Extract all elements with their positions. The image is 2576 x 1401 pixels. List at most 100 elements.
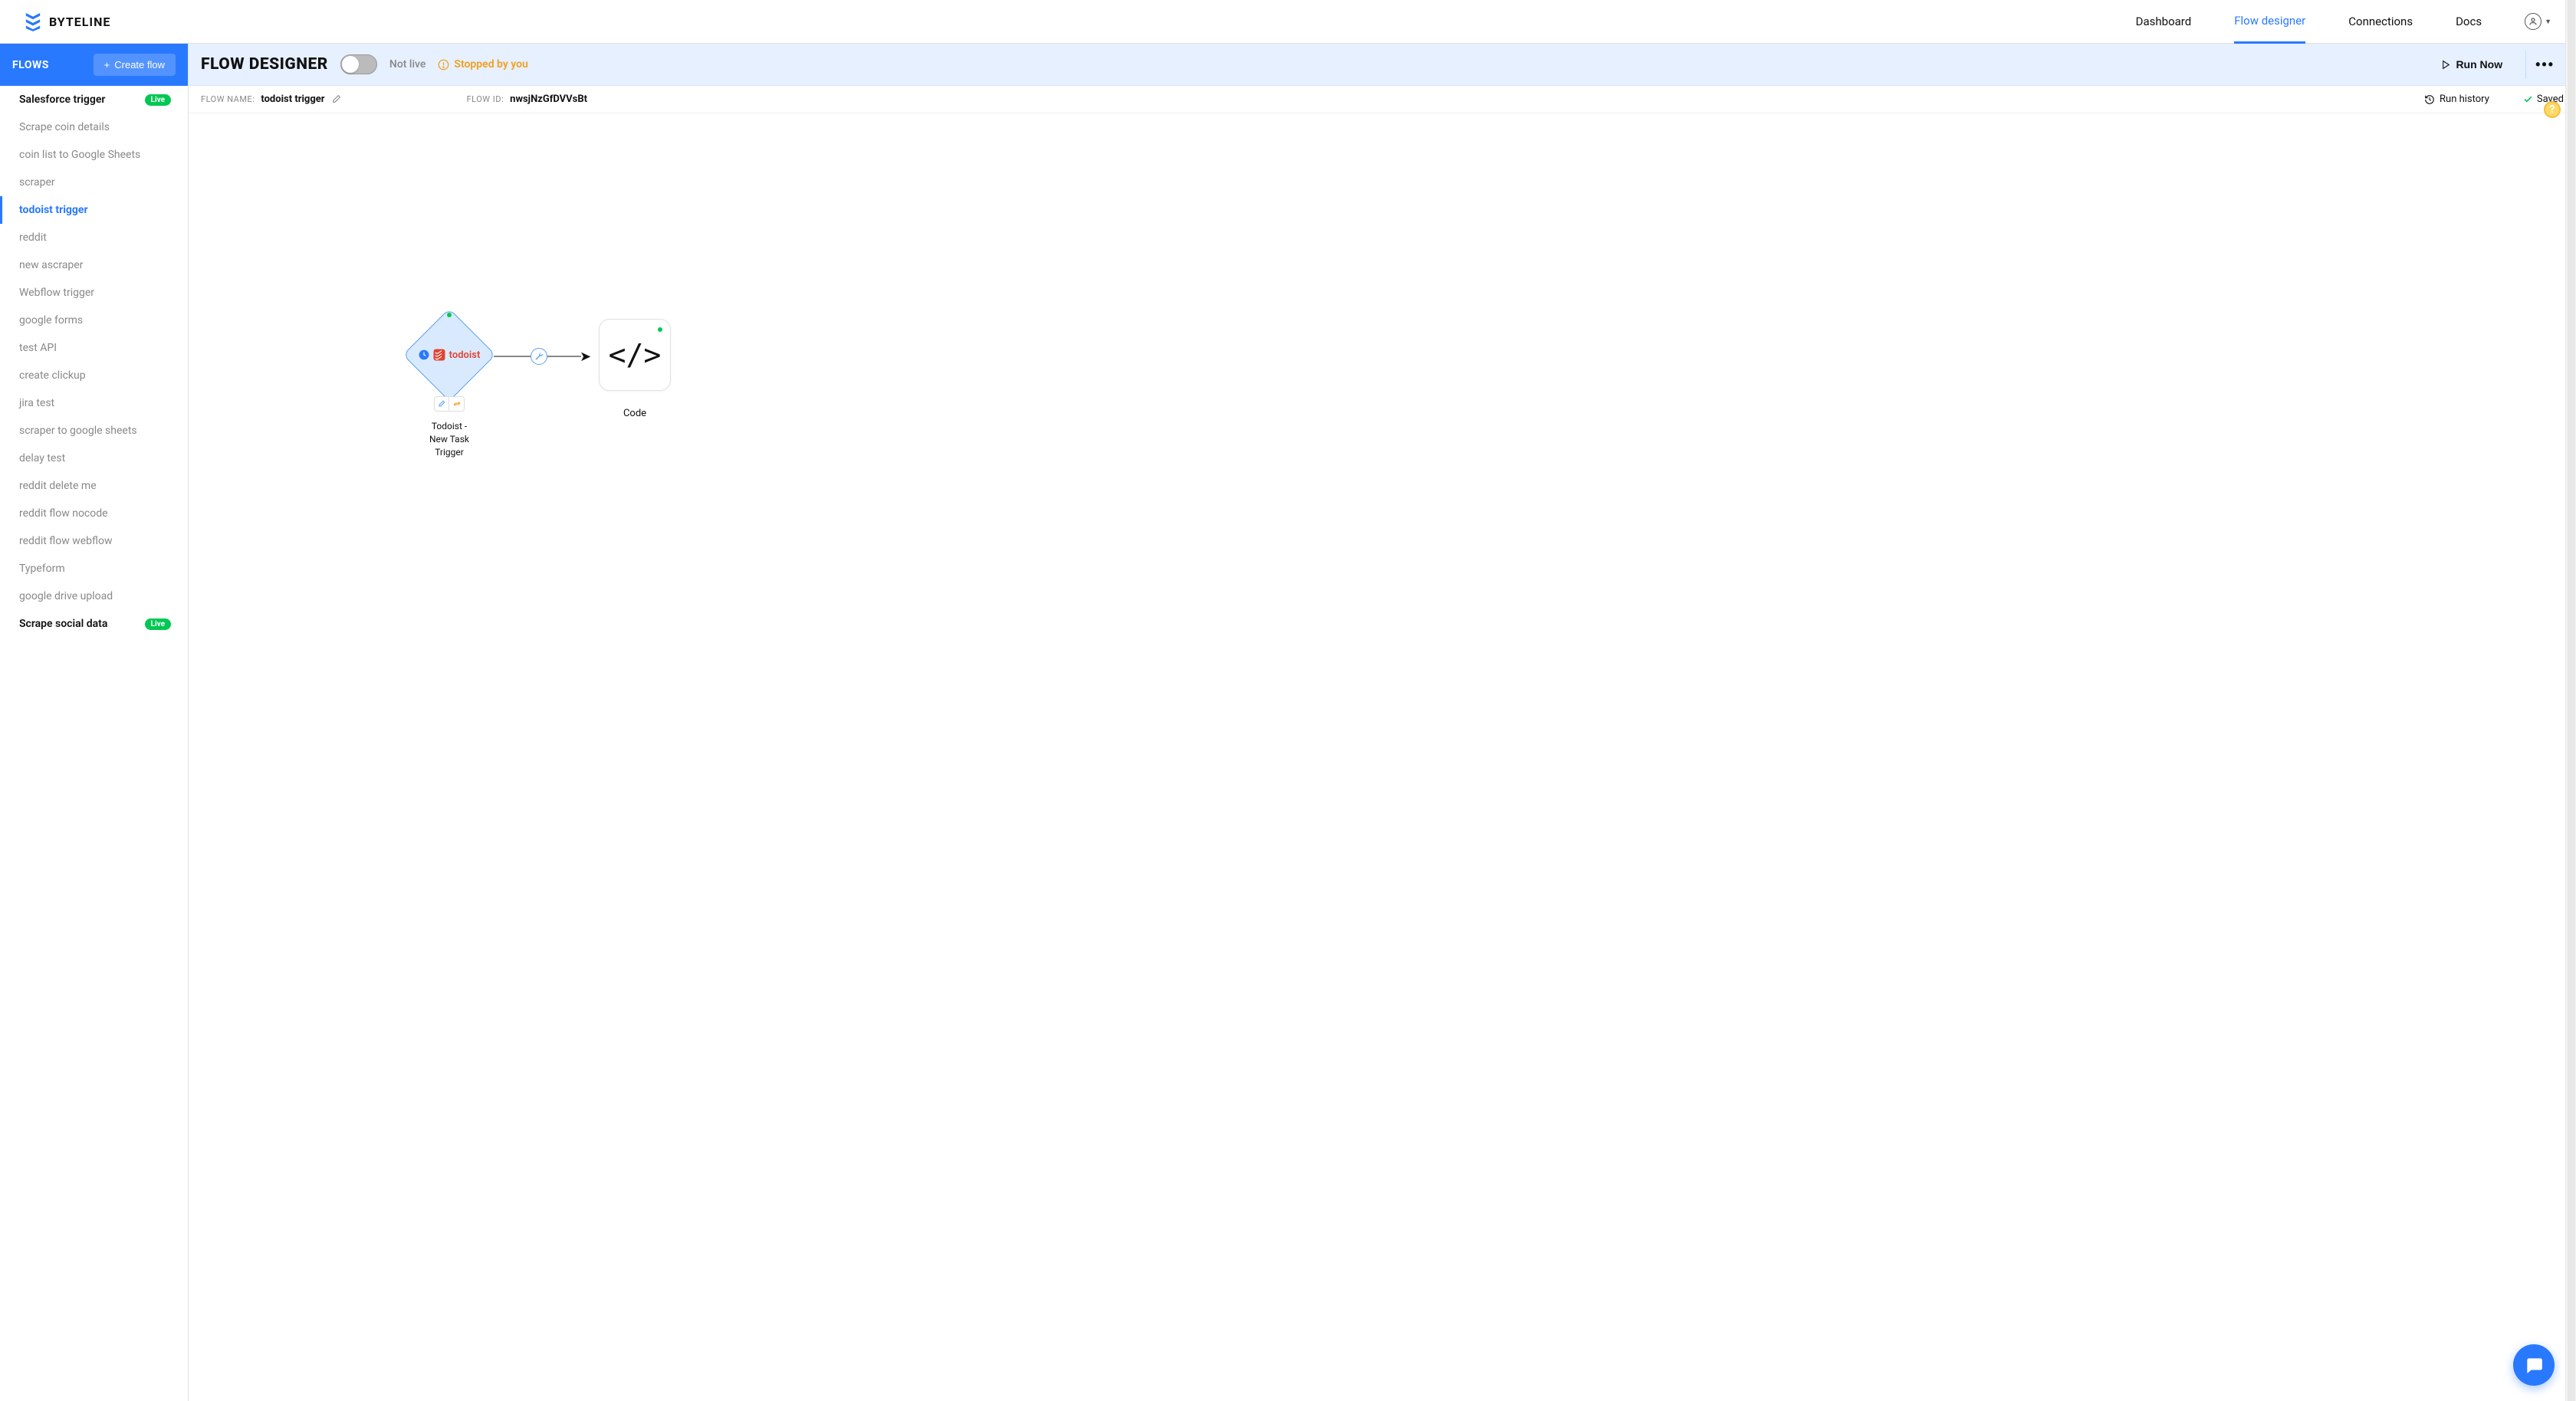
scrollbar-thumb[interactable]: [2568, 0, 2575, 1401]
flow-item-label: scraper to google sheets: [19, 425, 137, 437]
brand-logo[interactable]: BYTELINE: [25, 11, 110, 31]
designer-title: FLOW DESIGNER: [201, 55, 328, 74]
flow-meta-bar: FLOW NAME: todoist trigger FLOW ID: nwsj…: [189, 86, 2576, 113]
flow-list-item[interactable]: delay test: [0, 445, 188, 472]
byteline-logo-icon: [25, 11, 41, 31]
status-not-live: Not live: [389, 58, 426, 71]
flow-list-item[interactable]: scraper: [0, 169, 188, 196]
live-badge: Live: [145, 618, 171, 630]
status-dot-icon: [658, 327, 662, 332]
flow-name-label: FLOW NAME:: [201, 94, 255, 104]
flow-list-item[interactable]: coin list to Google Sheets: [0, 141, 188, 169]
flow-item-label: todoist trigger: [19, 204, 88, 216]
chat-icon: [2524, 1355, 2544, 1375]
toggle-knob: [342, 56, 359, 73]
nav-connections[interactable]: Connections: [2348, 1, 2413, 42]
flow-name-value: todoist trigger: [261, 94, 324, 105]
flow-list-item[interactable]: reddit flow webflow: [0, 527, 188, 555]
flow-list-item[interactable]: reddit: [0, 224, 188, 251]
avatar-icon: [2525, 13, 2542, 30]
flow-item-label: jira test: [19, 397, 54, 409]
flow-item-label: new ascraper: [19, 259, 83, 271]
play-icon: [2441, 60, 2451, 70]
flow-list-item[interactable]: todoist trigger: [0, 196, 188, 224]
flow-item-label: Salesforce trigger: [19, 94, 105, 106]
swap-icon: [453, 400, 461, 408]
trigger-node-content: todoist: [403, 309, 495, 401]
flow-list-item[interactable]: reddit flow nocode: [0, 500, 188, 527]
node-connector: ➤: [494, 353, 601, 359]
user-menu[interactable]: ▼: [2525, 13, 2551, 30]
flow-list-item[interactable]: create clickup: [0, 362, 188, 389]
flow-list-item[interactable]: Webflow trigger: [0, 279, 188, 307]
page-scrollbar[interactable]: [2565, 0, 2576, 1401]
flow-list-item[interactable]: scraper to google sheets: [0, 417, 188, 445]
plus-icon: +: [104, 59, 110, 71]
flow-list-item[interactable]: jira test: [0, 389, 188, 417]
chat-widget-button[interactable]: [2513, 1344, 2555, 1386]
brand-name: BYTELINE: [49, 15, 110, 29]
flow-item-label: test API: [19, 342, 57, 354]
info-icon: [438, 59, 449, 71]
create-flow-button[interactable]: + Create flow: [94, 54, 176, 76]
caret-down-icon: ▼: [2545, 18, 2551, 26]
flow-list-item[interactable]: Salesforce trigger Live: [0, 86, 188, 113]
node-swap-button[interactable]: [449, 397, 464, 411]
flow-canvas[interactable]: todoist Todoist - New Task Trigger: [189, 113, 2576, 1401]
flow-list-item[interactable]: Scrape social data Live: [0, 610, 188, 638]
code-node[interactable]: </> Code: [599, 319, 671, 419]
nav-dashboard[interactable]: Dashboard: [2136, 1, 2192, 42]
create-flow-label: Create flow: [114, 59, 165, 71]
code-icon: </>: [609, 338, 662, 372]
edit-icon[interactable]: [331, 94, 341, 104]
wrench-icon: [534, 352, 544, 361]
check-icon: [2523, 94, 2533, 104]
nav-docs[interactable]: Docs: [2456, 1, 2482, 42]
run-now-button[interactable]: Run Now: [2430, 52, 2513, 77]
flow-item-label: create clickup: [19, 369, 86, 382]
flow-item-label: scraper: [19, 176, 55, 189]
node-tools: [434, 396, 465, 412]
flow-id-label: FLOW ID:: [467, 94, 504, 104]
code-node-box: </>: [599, 319, 671, 391]
help-button[interactable]: ?: [2544, 101, 2561, 118]
history-icon: [2424, 94, 2435, 105]
flow-item-label: reddit delete me: [19, 480, 97, 492]
more-horizontal-icon: •••: [2535, 57, 2555, 72]
nav-links: Dashboard Flow designer Connections Docs…: [2136, 0, 2551, 44]
question-icon: ?: [2550, 103, 2555, 116]
flow-item-label: Scrape social data: [19, 618, 107, 630]
todoist-logo-icon: todoist: [419, 348, 481, 362]
connector-config-button[interactable]: [531, 348, 547, 365]
pencil-icon: [438, 400, 445, 408]
flow-list-item[interactable]: google forms: [0, 307, 188, 334]
flow-list-item[interactable]: google drive upload: [0, 582, 188, 610]
flow-list-item[interactable]: test API: [0, 334, 188, 362]
trigger-node-label: Todoist - New Task Trigger: [426, 420, 472, 458]
flow-list-item[interactable]: new ascraper: [0, 251, 188, 279]
nav-flow-designer[interactable]: Flow designer: [2234, 0, 2305, 44]
status-stopped: Stopped by you: [438, 58, 527, 71]
flow-list-item[interactable]: Scrape coin details: [0, 113, 188, 141]
trigger-node-todoist[interactable]: todoist Todoist - New Task Trigger: [403, 309, 495, 401]
flow-item-label: google forms: [19, 314, 83, 326]
flow-item-label: Webflow trigger: [19, 287, 94, 299]
flow-item-label: reddit: [19, 231, 47, 244]
code-node-label: Code: [623, 408, 646, 419]
flow-list-item[interactable]: reddit delete me: [0, 472, 188, 500]
more-menu-button[interactable]: •••: [2525, 51, 2564, 79]
flow-list-item[interactable]: Typeform: [0, 555, 188, 582]
flow-list[interactable]: Salesforce trigger Live Scrape coin detail…: [0, 86, 188, 1401]
node-edit-button[interactable]: [435, 397, 449, 411]
live-badge: Live: [145, 94, 171, 106]
flow-id-value: nwsjNzGfDVVsBt: [510, 94, 587, 105]
flow-item-label: coin list to Google Sheets: [19, 149, 140, 161]
designer-header: FLOW DESIGNER Not live Stopped by you Ru…: [189, 44, 2576, 86]
run-history-button[interactable]: Run history: [2424, 94, 2489, 105]
live-toggle[interactable]: [340, 54, 377, 74]
flow-item-label: reddit flow webflow: [19, 535, 112, 547]
flow-id-group: FLOW ID: nwsjNzGfDVVsBt: [467, 94, 587, 105]
arrow-right-icon: ➤: [580, 349, 591, 365]
connector-line: [547, 356, 581, 357]
flow-item-label: google drive upload: [19, 590, 113, 602]
